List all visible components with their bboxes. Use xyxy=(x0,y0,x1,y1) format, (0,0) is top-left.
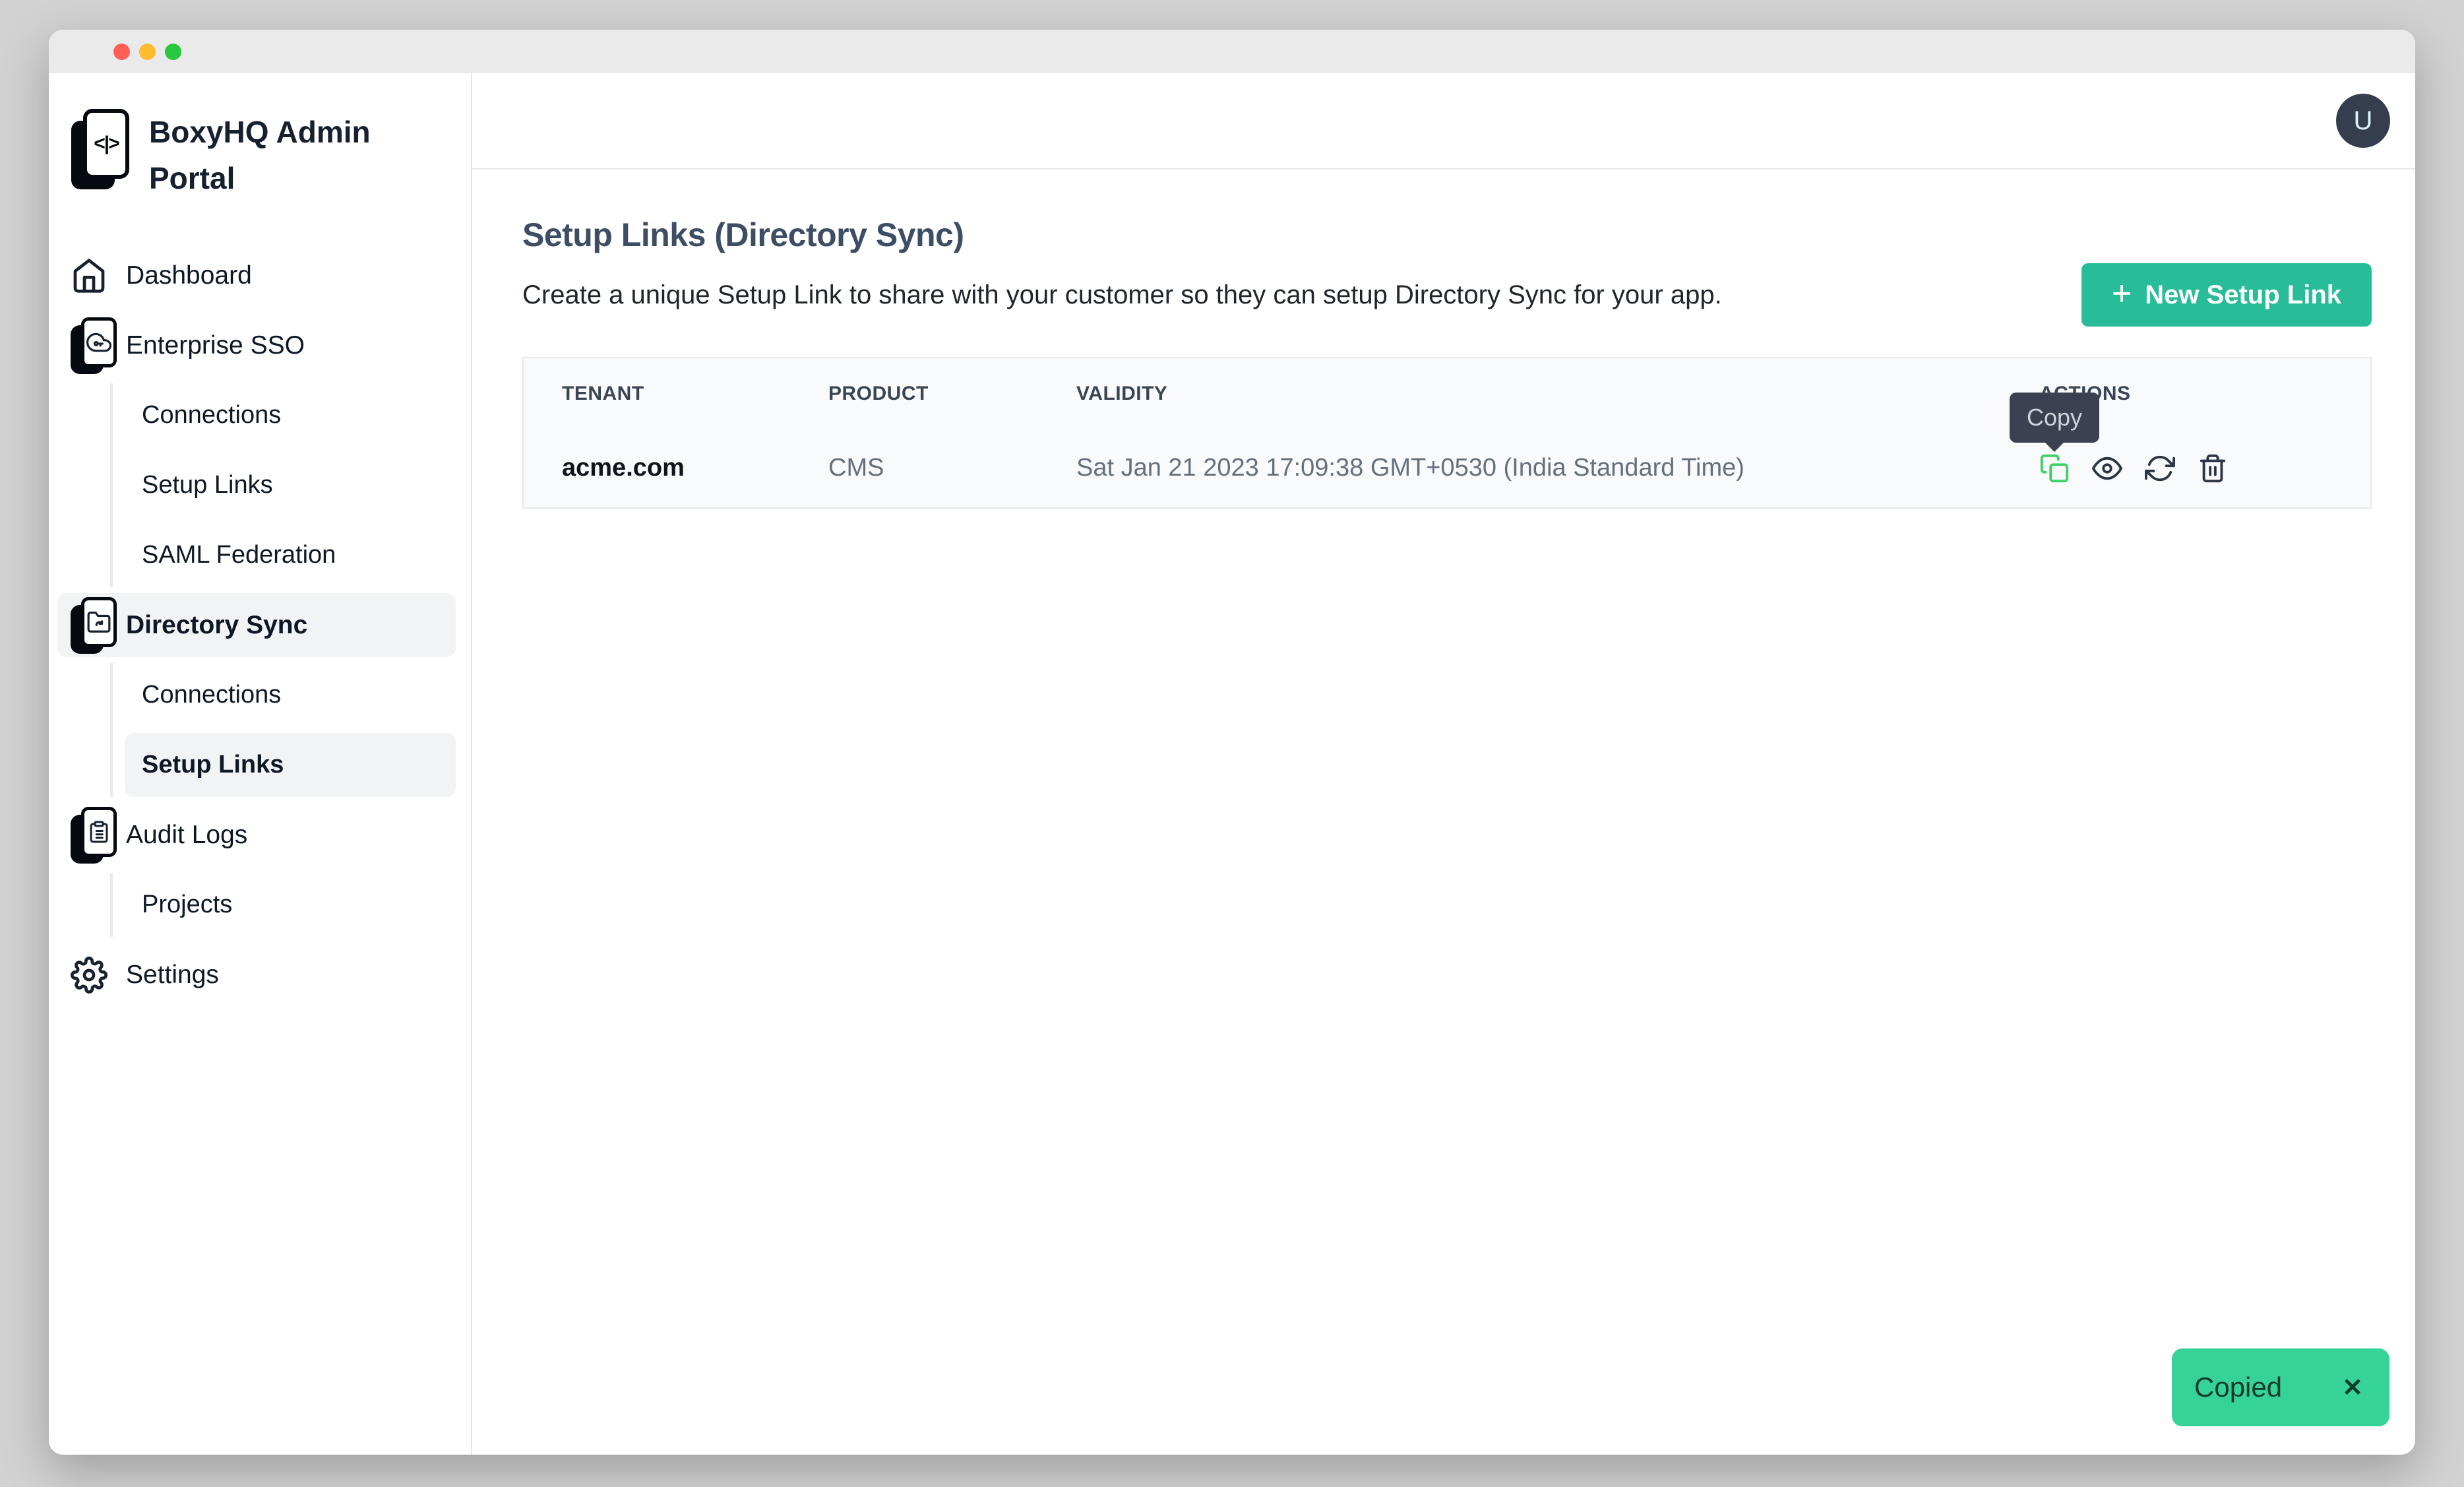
sidebar-item-label: Connections xyxy=(142,401,281,429)
refresh-icon xyxy=(2145,453,2175,484)
enterprise-sso-subnav: Connections Setup Links SAML Federation xyxy=(110,383,456,587)
page-description: Create a unique Setup Link to share with… xyxy=(522,280,1722,310)
sidebar-item-label: Audit Logs xyxy=(126,821,247,850)
sidebar-item-label: Enterprise SSO xyxy=(126,331,305,360)
table-row: acme.com CMS Sat Jan 21 2023 17:09:38 GM… xyxy=(523,429,2371,508)
view-link-button[interactable] xyxy=(2092,453,2122,484)
sidebar-item-dsync-connections[interactable]: Connections xyxy=(125,663,456,727)
page-title: Setup Links (Directory Sync) xyxy=(522,216,2372,254)
copy-link-button[interactable]: Copy xyxy=(2039,453,2070,484)
topbar: U xyxy=(472,73,2415,170)
sidebar-item-settings[interactable]: Settings xyxy=(57,943,456,1007)
sidebar-item-label: Directory Sync xyxy=(126,611,307,640)
window-titlebar xyxy=(49,30,2415,73)
copy-tooltip: Copy xyxy=(2010,393,2099,443)
directory-sync-subnav: Connections Setup Links xyxy=(110,663,456,797)
sidebar-nav: Dashboard Enterprise SSO xyxy=(49,243,471,1007)
sidebar-item-label: Setup Links xyxy=(142,471,273,499)
close-window-button[interactable] xyxy=(113,44,130,60)
sidebar-item-label: Connections xyxy=(142,681,281,709)
zoom-window-button[interactable] xyxy=(165,44,181,60)
boxyhq-logo-icon: <|> xyxy=(71,109,129,189)
sidebar-item-label: Settings xyxy=(126,961,219,990)
setup-links-table: TENANT PRODUCT VALIDITY ACTIONS acme.com… xyxy=(522,357,2372,509)
sidebar-item-dsync-setup-links[interactable]: Setup Links xyxy=(125,733,456,797)
sidebar-item-label: SAML Federation xyxy=(142,541,336,569)
avatar-letter: U xyxy=(2354,106,2373,136)
copy-icon xyxy=(2039,453,2070,484)
sidebar-item-dashboard[interactable]: Dashboard xyxy=(57,243,456,307)
sidebar-item-saml-federation[interactable]: SAML Federation xyxy=(125,523,456,587)
sidebar-item-enterprise-sso[interactable]: Enterprise SSO xyxy=(57,313,456,377)
actions-cell: Copy xyxy=(2001,429,2371,508)
tenant-cell: acme.com xyxy=(523,429,790,508)
home-icon xyxy=(71,257,119,294)
folder-sync-icon xyxy=(71,597,119,654)
brand-title: BoxyHQ Admin Portal xyxy=(149,109,386,201)
new-setup-link-button[interactable]: + New Setup Link xyxy=(2081,263,2372,327)
delete-link-button[interactable] xyxy=(2198,453,2228,484)
regenerate-link-button[interactable] xyxy=(2145,453,2175,484)
sidebar-item-label: Dashboard xyxy=(126,261,252,290)
toast-message: Copied xyxy=(2194,1372,2282,1403)
copied-toast: Copied ✕ xyxy=(2172,1348,2389,1426)
sidebar-item-label: Projects xyxy=(142,891,232,919)
clipboard-icon xyxy=(71,807,119,864)
brand: <|> BoxyHQ Admin Portal xyxy=(49,109,471,201)
sidebar-item-audit-logs[interactable]: Audit Logs xyxy=(57,803,456,867)
sidebar-item-label: Setup Links xyxy=(142,751,284,779)
col-header-validity: VALIDITY xyxy=(1038,358,2001,429)
audit-logs-subnav: Projects xyxy=(110,873,456,937)
app-window: <|> BoxyHQ Admin Portal Dashboard xyxy=(49,30,2415,1455)
validity-cell: Sat Jan 21 2023 17:09:38 GMT+0530 (India… xyxy=(1038,429,2001,508)
user-avatar[interactable]: U xyxy=(2336,94,2390,148)
new-setup-link-label: New Setup Link xyxy=(2145,280,2341,310)
page-content: Setup Links (Directory Sync) Create a un… xyxy=(472,170,2415,509)
sidebar: <|> BoxyHQ Admin Portal Dashboard xyxy=(49,73,472,1455)
col-header-tenant: TENANT xyxy=(523,358,790,429)
minimize-window-button[interactable] xyxy=(139,44,156,60)
gear-icon xyxy=(71,957,119,994)
toast-close-button[interactable]: ✕ xyxy=(2342,1373,2363,1403)
plus-icon: + xyxy=(2112,274,2132,313)
main-area: U Setup Links (Directory Sync) Create a … xyxy=(472,73,2415,1455)
sidebar-item-projects[interactable]: Projects xyxy=(125,873,456,937)
sidebar-item-directory-sync[interactable]: Directory Sync xyxy=(57,593,456,657)
eye-icon xyxy=(2092,452,2122,485)
logo-glyph: <|> xyxy=(94,133,118,155)
product-cell: CMS xyxy=(790,429,1038,508)
sidebar-item-sso-connections[interactable]: Connections xyxy=(125,383,456,447)
sidebar-item-sso-setup-links[interactable]: Setup Links xyxy=(125,453,456,517)
cloud-key-icon xyxy=(71,317,119,374)
trash-icon xyxy=(2198,453,2228,484)
col-header-product: PRODUCT xyxy=(790,358,1038,429)
